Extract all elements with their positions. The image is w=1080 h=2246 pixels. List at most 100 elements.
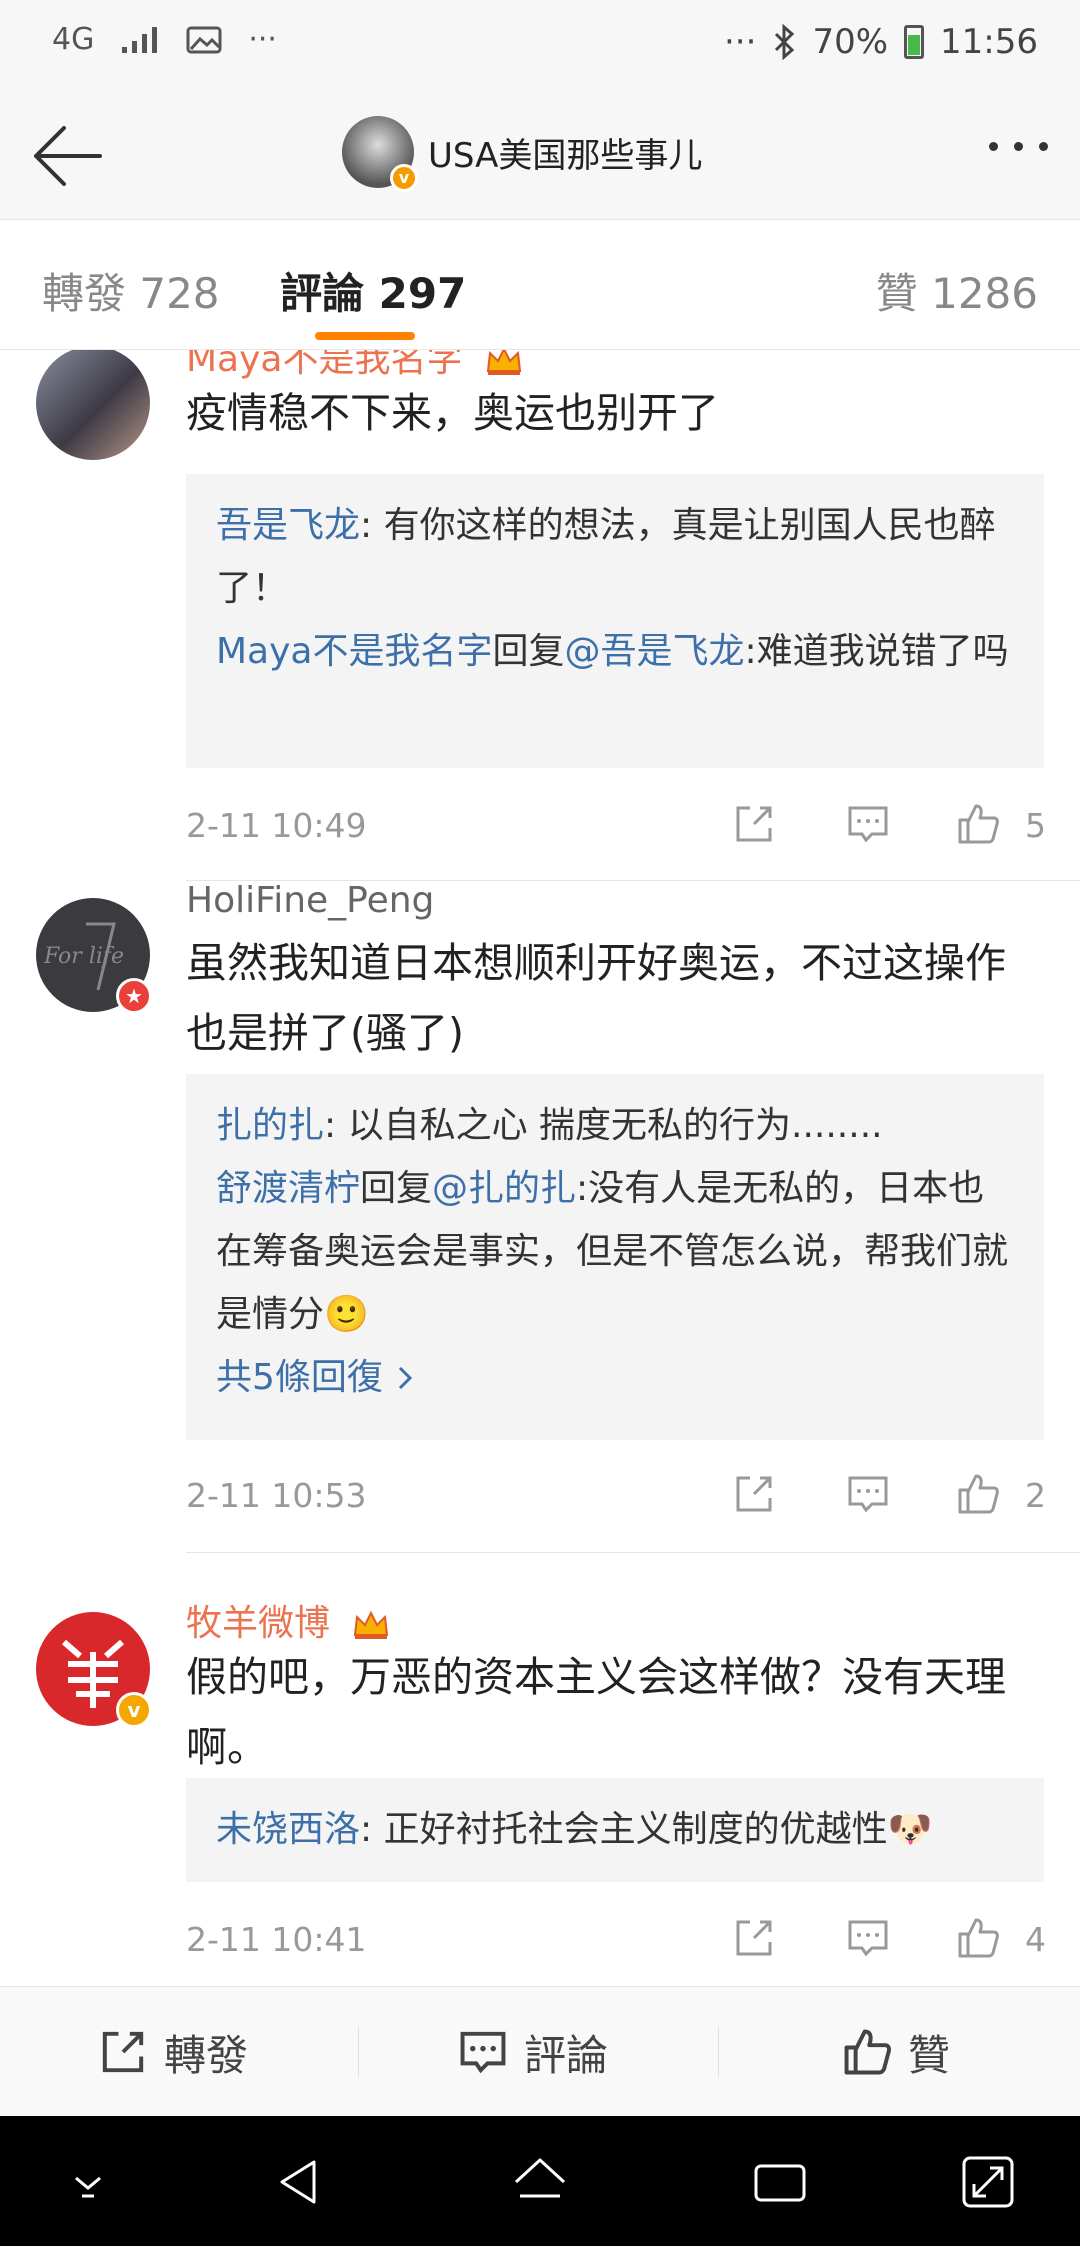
username-text[interactable]: 牧羊微博 — [186, 1603, 330, 1644]
clock: 11:56 — [940, 22, 1038, 62]
like-count: 2 — [1025, 1476, 1046, 1515]
recent-apps-icon[interactable] — [750, 2152, 810, 2212]
verified-badge-icon: v — [116, 1692, 152, 1728]
avatar-text: For life — [44, 944, 125, 969]
user-avatar[interactable]: For life ★ — [36, 898, 152, 1014]
network-indicator: 4G — [52, 22, 95, 57]
reply-separator: : — [360, 505, 384, 546]
thumbs-up-icon — [844, 2029, 891, 2075]
share-icon[interactable] — [732, 1916, 776, 1960]
more-options-icon[interactable] — [989, 142, 1048, 151]
share-icon — [102, 2031, 144, 2073]
verified-badge-icon: v — [390, 164, 418, 192]
reply-mention[interactable]: @吾是飞龙 — [565, 631, 745, 672]
like-label[interactable]: 贊 — [908, 2022, 950, 2083]
chevron-right-icon — [398, 1366, 413, 1389]
signal-icon — [122, 26, 158, 53]
comment-icon[interactable] — [846, 1472, 890, 1516]
thumbs-up-icon[interactable] — [956, 802, 1000, 846]
reply-line: Maya不是我名字回复@吾是飞龙:难道我说错了吗 — [216, 620, 1014, 683]
account-header[interactable]: v USA美国那些事儿 — [342, 116, 702, 192]
reply-text: 正好衬托社会主义制度的优越性🐶 — [383, 1809, 933, 1850]
reply-word: 回复 — [492, 631, 565, 672]
like-button[interactable]: 贊 — [842, 1987, 950, 2117]
image-icon — [186, 26, 222, 53]
comment-icon[interactable] — [846, 1916, 890, 1960]
comment-meta: 2-11 10:53 2 — [186, 1466, 1046, 1522]
comment-time: 2-11 10:41 — [186, 1920, 367, 1959]
comment-meta: 2-11 10:49 5 — [186, 796, 1046, 852]
reply-box[interactable]: 吾是飞龙: 有你这样的想法，真是让别国人民也醉了！ Maya不是我名字回复@吾是… — [186, 474, 1044, 768]
comment-divider — [186, 1552, 1080, 1553]
reply-author[interactable]: Maya不是我名字 — [216, 631, 493, 672]
reply-word: 回复 — [360, 1168, 433, 1209]
reply-box[interactable]: 扎的扎: 以自私之心 揣度无私的行为........ 舒渡清柠回复@扎的扎:没有… — [186, 1074, 1044, 1440]
user-avatar[interactable] — [36, 350, 150, 460]
account-name[interactable]: USA美国那些事儿 — [428, 128, 702, 177]
share-icon[interactable] — [732, 802, 776, 846]
bottom-action-bar: 轉發 評論 贊 — [0, 1986, 1080, 2116]
reply-line: 扎的扎: 以自私之心 揣度无私的行为........ — [216, 1094, 1014, 1157]
active-tab-indicator — [315, 332, 415, 340]
reply-text: 以自私之心 揣度无私的行为........ — [347, 1105, 883, 1146]
more-replies-link[interactable]: 共5條回復 — [216, 1346, 1014, 1409]
separator — [718, 2027, 719, 2077]
reply-mention[interactable]: @扎的扎 — [432, 1168, 576, 1209]
reply-author[interactable]: 吾是飞龙 — [216, 505, 360, 546]
thumbs-up-icon[interactable] — [956, 1916, 1000, 1960]
comment-text: 假的吧，万恶的资本主义会这样做？没有天理啊。 — [186, 1653, 1006, 1771]
repost-button[interactable]: 轉發 — [98, 1987, 248, 2117]
reply-box[interactable]: 未饶西洛: 正好衬托社会主义制度的优越性🐶 — [186, 1778, 1044, 1882]
thumbs-up-icon[interactable] — [956, 1472, 1000, 1516]
tab-comments[interactable]: 評論 297 — [280, 260, 466, 321]
tab-likes[interactable]: 贊 1286 — [876, 260, 1038, 321]
comment-meta: 2-11 10:41 4 — [186, 1910, 1046, 1966]
comment-time: 2-11 10:49 — [186, 806, 367, 845]
vip-crown-icon — [354, 1610, 389, 1639]
comment-button[interactable]: 評論 — [458, 1987, 608, 2117]
tab-bar: 轉發 728 評論 297 贊 1286 — [0, 220, 1080, 350]
comment-username[interactable]: HoliFine_Peng — [186, 880, 434, 921]
reply-author[interactable]: 扎的扎 — [216, 1105, 324, 1146]
reply-text: :难道我说错了吗 — [744, 631, 1009, 672]
expand-icon[interactable] — [958, 2152, 1018, 2212]
user-avatar[interactable]: v — [36, 1612, 152, 1728]
comment-text: 疫情稳不下来，奥运也别开了 — [186, 389, 719, 437]
home-icon[interactable] — [510, 2152, 570, 2212]
status-more: ··· — [724, 22, 757, 62]
nav-bar: v USA美国那些事儿 — [0, 92, 1080, 220]
comment-username[interactable]: 牧羊微博 — [186, 1594, 391, 1646]
comment-list[interactable]: Maya不是我名字 疫情稳不下来，奥运也别开了 吾是飞龙: 有你这样的想法，真是… — [0, 350, 1080, 1986]
reply-author[interactable]: 舒渡清柠 — [216, 1168, 360, 1209]
like-count: 5 — [1025, 806, 1046, 845]
comment-icon — [460, 2031, 506, 2074]
username-text[interactable]: Maya不是我名字 — [186, 350, 463, 380]
member-badge-icon: ★ — [116, 978, 152, 1014]
status-bar: 4G ··· ··· 70% 11:56 — [0, 0, 1080, 92]
repost-label[interactable]: 轉發 — [164, 2022, 248, 2083]
like-count: 4 — [1025, 1920, 1046, 1959]
comment-time: 2-11 10:53 — [186, 1476, 367, 1515]
more-replies-label[interactable]: 共5條回復 — [216, 1346, 383, 1409]
back-arrow-icon[interactable] — [28, 118, 104, 194]
separator — [358, 2027, 359, 2077]
comment-text: 虽然我知道日本想顺利开好奥运，不过这操作也是拼了(骚了) — [186, 939, 1006, 1057]
reply-line: 吾是飞龙: 有你这样的想法，真是让别国人民也醉了！ — [216, 494, 1014, 620]
chevron-down-icon[interactable] — [58, 2152, 118, 2212]
battery-level: 70% — [812, 22, 889, 62]
reply-line: 舒渡清柠回复@扎的扎:没有人是无私的，日本也在筹备奥运会是事实，但是不管怎么说，… — [216, 1157, 1014, 1346]
battery-icon — [904, 25, 925, 59]
notification-more: ··· — [248, 22, 277, 57]
status-left: 4G ··· — [52, 22, 277, 57]
account-avatar[interactable]: v — [342, 116, 418, 192]
share-icon[interactable] — [732, 1472, 776, 1516]
bluetooth-icon — [775, 24, 795, 60]
tab-reposts[interactable]: 轉發 728 — [42, 260, 220, 321]
reply-separator: : — [324, 1105, 348, 1146]
comment-label[interactable]: 評論 — [524, 2022, 608, 2083]
back-triangle-icon[interactable] — [270, 2152, 330, 2212]
comment-icon[interactable] — [846, 802, 890, 846]
status-right: ··· 70% 11:56 — [724, 22, 1038, 62]
vip-crown-icon — [486, 350, 522, 375]
reply-author[interactable]: 未饶西洛 — [216, 1809, 360, 1850]
